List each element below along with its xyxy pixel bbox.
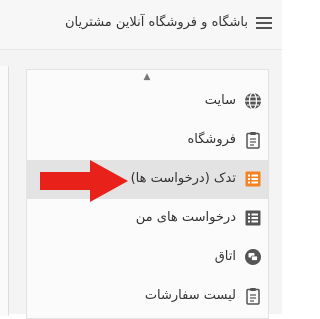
globe-icon bbox=[244, 92, 262, 110]
menu-item-label: درخواست های من bbox=[135, 210, 236, 225]
menu-item-label: اتاق bbox=[214, 249, 236, 264]
annotation-arrow-icon bbox=[40, 160, 128, 202]
menu-item-label: تدک (درخواست ها) bbox=[130, 171, 236, 186]
menu-item-site[interactable]: سایت bbox=[27, 82, 268, 121]
clipboard-icon bbox=[244, 131, 262, 149]
clipboard-icon bbox=[244, 287, 262, 305]
app-header: باشگاه و فروشگاه آنلاین مشتریان bbox=[0, 0, 282, 50]
menu-item-my-requests[interactable]: درخواست های من bbox=[27, 199, 268, 238]
list-icon bbox=[244, 209, 262, 227]
side-panel-edge bbox=[0, 66, 9, 316]
hamburger-menu-icon[interactable] bbox=[256, 17, 272, 30]
menu-item-label: سایت bbox=[204, 93, 236, 108]
chat-icon bbox=[244, 248, 262, 266]
menu-item-label: لیست سفارشات bbox=[144, 288, 236, 303]
list-icon bbox=[244, 170, 262, 188]
menu-item-orders[interactable]: لیست سفارشات bbox=[27, 277, 268, 316]
menu-item-label: فروشگاه bbox=[187, 132, 236, 147]
menu-item-room[interactable]: اتاق bbox=[27, 238, 268, 277]
menu-item-shop[interactable]: فروشگاه bbox=[27, 121, 268, 160]
page-title: باشگاه و فروشگاه آنلاین مشتریان bbox=[64, 15, 248, 30]
